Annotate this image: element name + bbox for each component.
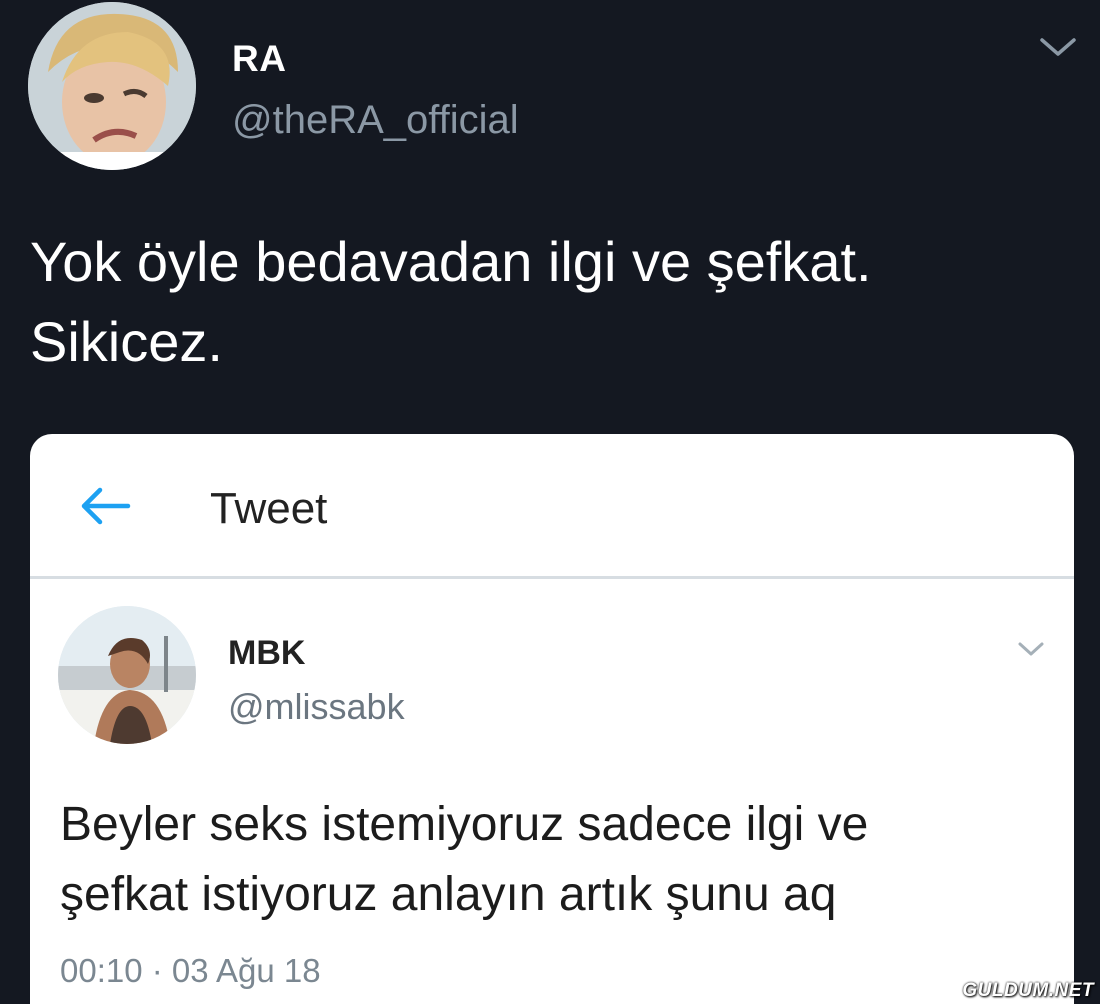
chevron-down-icon[interactable] <box>1016 640 1046 660</box>
ra-tweet-text: Yok öyle bedavadan ilgi ve şefkat. Sikic… <box>30 222 1080 382</box>
header-divider <box>30 576 1074 579</box>
child-avatar-image <box>28 2 196 170</box>
mbk-tweet-text: Beyler seks istemiyoruz sadece ilgi ve ş… <box>60 790 1060 930</box>
user-avatar-image <box>58 606 196 744</box>
mbk-avatar[interactable] <box>58 606 196 744</box>
tweet-timestamp[interactable]: 00:10 · 03 Ağu 18 <box>60 952 321 990</box>
mbk-display-name[interactable]: MBK <box>228 634 305 673</box>
ra-tweet-line-2: Sikicez. <box>30 310 223 373</box>
ra-tweet-line-1: Yok öyle bedavadan ilgi ve şefkat. <box>30 230 872 293</box>
tweet-view-title: Tweet <box>210 484 328 533</box>
tweet-view-header: Tweet <box>30 434 1074 576</box>
mbk-tweet-line-1: Beyler seks istemiyoruz sadece ilgi ve <box>60 798 869 851</box>
ra-avatar[interactable] <box>28 2 196 170</box>
back-arrow-icon[interactable] <box>78 486 132 526</box>
mbk-tweet-line-2: şefkat istiyoruz anlayın artık şunu aq <box>60 868 837 921</box>
ra-handle[interactable]: @theRA_official <box>232 98 519 143</box>
quoted-tweet-card[interactable]: Tweet MBK @mlissabk Beyler seks istemiyo… <box>30 434 1074 1004</box>
mbk-handle[interactable]: @mlissabk <box>228 686 405 728</box>
site-watermark: GULDUM.NET <box>962 980 1094 1001</box>
ra-display-name[interactable]: RA <box>232 38 286 80</box>
chevron-down-icon[interactable] <box>1038 36 1078 60</box>
tweet-screenshot: RA @theRA_official Yok öyle bedavadan il… <box>0 0 1100 1004</box>
